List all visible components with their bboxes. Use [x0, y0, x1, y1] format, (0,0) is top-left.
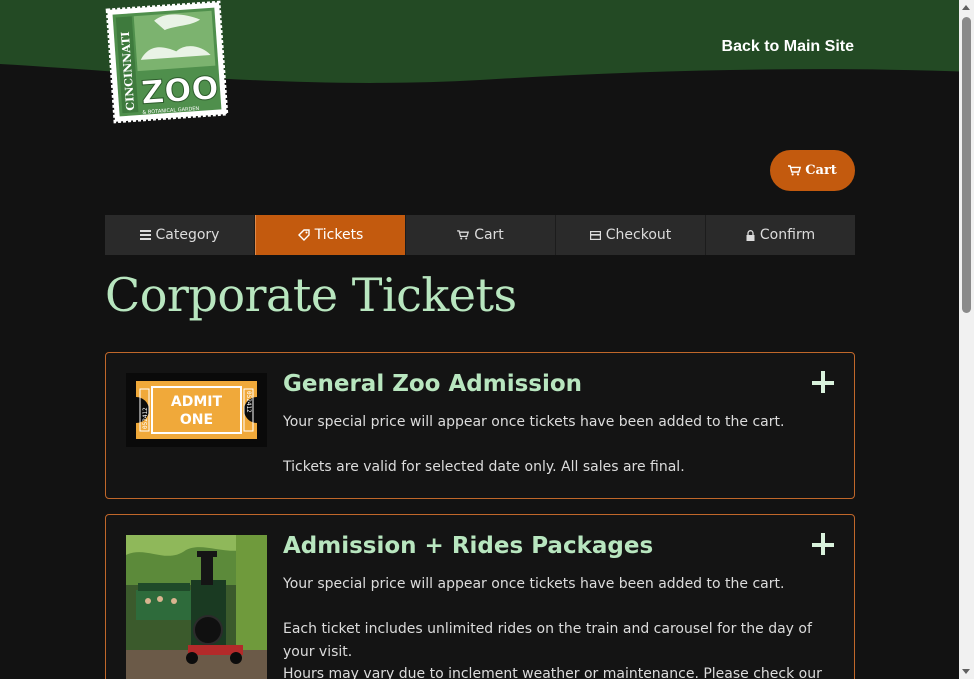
- product-title: General Zoo Admission: [283, 371, 583, 397]
- step-category[interactable]: Category: [105, 215, 255, 255]
- ticket-number-left: 052412: [142, 407, 149, 429]
- step-label: Checkout: [605, 227, 672, 243]
- step-checkout[interactable]: Checkout: [556, 215, 706, 255]
- ticket-number-right: 052412: [245, 391, 252, 413]
- description-line: Hours may vary due to inclement weather …: [283, 666, 822, 679]
- step-tickets[interactable]: Tickets: [255, 215, 406, 255]
- admit-text: ADMIT: [171, 394, 223, 410]
- product-card-general-admission[interactable]: 052412 052412 ADMIT ONE General Zoo Admi…: [105, 352, 855, 499]
- step-label: Confirm: [759, 227, 816, 243]
- scroll-up-arrow-icon[interactable]: [962, 5, 970, 10]
- description-line: Your special price will appear once tick…: [283, 414, 785, 430]
- description-line: Tickets are valid for selected date only…: [283, 459, 685, 475]
- step-cart[interactable]: Cart: [406, 215, 556, 255]
- step-label: Category: [155, 227, 220, 243]
- page-scrollbar[interactable]: [959, 0, 974, 679]
- back-to-main-site-link[interactable]: Back to Main Site: [722, 38, 854, 56]
- product-description: Your special price will appear once tick…: [283, 411, 823, 479]
- cart-icon: [457, 230, 470, 240]
- admit-one-ticket-image: 052412 052412 ADMIT ONE: [126, 373, 267, 447]
- product-description: Your special price will appear once tick…: [283, 573, 823, 679]
- cart-button-label: Cart: [805, 163, 837, 178]
- cart-icon: [788, 165, 802, 176]
- one-text: ONE: [180, 412, 213, 428]
- zoo-train-image: [126, 535, 267, 679]
- logo-text-main: ZOO: [140, 69, 220, 112]
- description-line: Each ticket includes unlimited rides on …: [283, 621, 812, 660]
- menu-icon: [139, 230, 151, 240]
- checkout-steps: Category Tickets Cart Checkout Confirm: [105, 215, 855, 255]
- description-line: Your special price will appear once tick…: [283, 576, 785, 592]
- product-card-admission-rides[interactable]: Admission + Rides Packages Your special …: [105, 514, 855, 679]
- step-label: Tickets: [314, 227, 364, 243]
- scroll-thumb[interactable]: [962, 17, 971, 313]
- step-label: Cart: [474, 227, 504, 243]
- cart-button[interactable]: Cart: [770, 150, 855, 191]
- page-title: Corporate Tickets: [105, 268, 517, 322]
- expand-plus-icon[interactable]: [812, 533, 836, 557]
- expand-plus-icon[interactable]: [812, 371, 836, 395]
- credit-card-icon: [589, 230, 601, 240]
- zoo-logo[interactable]: CINCINNATI ZOO & BOTANICAL GARDEN: [103, 0, 231, 126]
- product-title: Admission + Rides Packages: [283, 533, 654, 559]
- step-confirm[interactable]: Confirm: [706, 215, 855, 255]
- scroll-down-arrow-icon[interactable]: [962, 669, 970, 674]
- tag-icon: [297, 229, 310, 241]
- lock-icon: [746, 229, 755, 241]
